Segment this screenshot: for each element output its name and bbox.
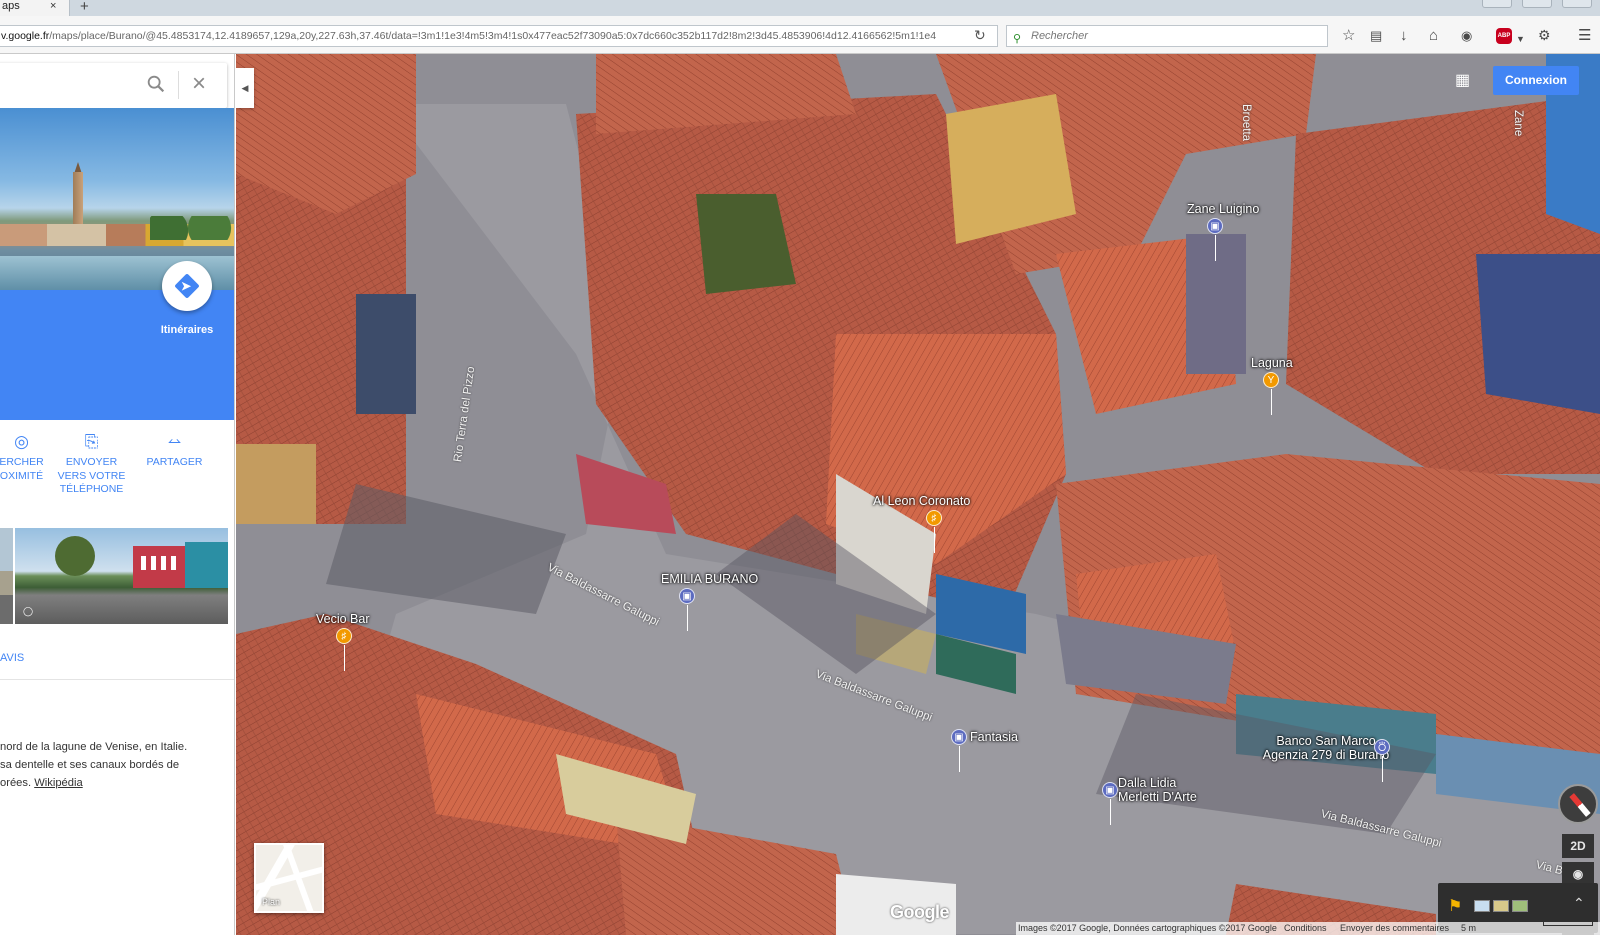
scale-label: 5 m — [1461, 923, 1477, 933]
poi-label[interactable]: Al Leon Coronato — [873, 494, 970, 508]
layer-thumbnail[interactable] — [1493, 900, 1509, 912]
clipboard-icon[interactable]: ▤ — [1370, 28, 1382, 43]
poi-label[interactable]: Zane Luigino — [1187, 202, 1259, 216]
pin-icon: ◎ — [14, 432, 29, 451]
pocket-icon[interactable]: ◉ — [1461, 28, 1472, 43]
directions-label[interactable]: Itinéraires — [145, 324, 229, 336]
star-icon[interactable]: ☆ — [1342, 28, 1355, 43]
trees — [150, 216, 234, 240]
share-icon: ⥎ — [167, 432, 182, 451]
send-to-phone-button[interactable]: ⎘ ENVOYER VERS VOTRE TÉLÉPHONE — [54, 432, 129, 497]
collapse-panel-button[interactable]: ◀ — [236, 68, 254, 108]
poi-label[interactable]: EMILIA BURANO — [661, 572, 758, 586]
layer-thumbnail[interactable] — [1512, 900, 1528, 912]
home-icon[interactable]: ⌂ — [1429, 28, 1438, 43]
google-logo: Google — [890, 902, 950, 922]
feedback-link[interactable]: Envoyer des commentaires — [1340, 922, 1449, 935]
bell-tower — [73, 172, 83, 232]
scale-bar — [1543, 922, 1593, 926]
browser-tab[interactable]: aps × — [0, 0, 70, 16]
close-icon[interactable]: × — [192, 70, 206, 98]
place-panel: × ➤ Itinéraires ◎ ERCHER OXIMITÉ ⎘ ENVOY… — [0, 54, 235, 935]
search-input[interactable]: × — [0, 63, 227, 108]
address-bar[interactable]: v.google.fr/maps/place/Burano/@45.485317… — [0, 25, 998, 47]
browser-toolbar: v.google.fr/maps/place/Burano/@45.485317… — [0, 16, 1600, 54]
nearby-button[interactable]: ◎ ERCHER OXIMITÉ — [0, 432, 59, 483]
panorama-icon: ◯ — [23, 606, 34, 616]
share-button[interactable]: ⥎ PARTAGER — [137, 432, 212, 470]
map-type-toggle[interactable]: Plan — [254, 843, 324, 913]
restaurant-icon[interactable]: ♯ — [926, 510, 942, 526]
extension-icon[interactable]: ⚙ — [1538, 28, 1551, 43]
menu-icon[interactable]: ☰ — [1578, 28, 1591, 43]
search-engine-icon[interactable]: ⚲ — [1013, 29, 1021, 49]
photo-thumbnail[interactable] — [0, 528, 13, 624]
place-description: nord de la lagune de Venise, en Italie. … — [0, 741, 188, 789]
signin-button[interactable]: Connexion — [1493, 66, 1579, 95]
apps-grid-icon[interactable]: ▦ — [1455, 72, 1473, 90]
street-label: Broetta — [1240, 104, 1252, 142]
reviews-link[interactable]: AVIS — [0, 652, 24, 664]
bar-icon[interactable]: Y — [1263, 372, 1279, 388]
minimize-icon[interactable] — [1482, 0, 1512, 8]
map-type-label: Plan — [262, 897, 281, 907]
poi-label[interactable]: Dalla Lidia Merletti D'Arte — [1118, 776, 1197, 804]
reload-icon[interactable]: ↻ — [974, 27, 986, 44]
tab-title: aps — [2, 0, 20, 12]
imagery-credit: Images ©2017 Google, Données cartographi… — [1018, 923, 1277, 933]
street-label: Zane — [1512, 110, 1524, 137]
shopping-bag-icon[interactable]: ▣ — [679, 588, 695, 604]
place-header-banner — [0, 290, 234, 420]
terms-link[interactable]: Conditions — [1284, 922, 1327, 935]
place-hero-photo[interactable] — [0, 108, 234, 290]
poi-label[interactable]: Vecio Bar — [316, 612, 370, 626]
restaurant-icon[interactable]: ♯ — [336, 628, 352, 644]
url-path: /maps/place/Burano/@45.4853174,12.418965… — [49, 30, 937, 42]
poi-label[interactable]: Fantasia — [970, 730, 1018, 744]
pegman-icon[interactable]: ⚑ — [1448, 896, 1462, 916]
toggle-2d-button[interactable]: 2D — [1562, 834, 1594, 858]
wikipedia-link[interactable]: Wikipédia — [34, 777, 83, 789]
map-footer: Images ©2017 Google, Données cartographi… — [1016, 922, 1600, 935]
maximize-icon[interactable] — [1522, 0, 1552, 8]
shopping-bag-icon[interactable]: ▣ — [1102, 782, 1118, 798]
directions-button[interactable]: ➤ — [162, 261, 212, 311]
shopping-bag-icon[interactable]: ▣ — [951, 729, 967, 745]
search-icon[interactable] — [145, 73, 167, 95]
street-view-thumbnail[interactable]: ◯ — [15, 528, 228, 624]
chevron-up-icon[interactable]: ⌃ — [1573, 895, 1585, 912]
search-divider — [178, 71, 179, 99]
url-host: v.google.fr — [1, 30, 50, 42]
window-controls — [1480, 0, 1600, 10]
compass-icon[interactable] — [1558, 784, 1598, 824]
chevron-down-icon[interactable]: ▼ — [1516, 32, 1525, 47]
search-placeholder: Rechercher — [1031, 30, 1088, 42]
browser-search-input[interactable]: ⚲ Rechercher — [1006, 25, 1328, 47]
map-canvas[interactable]: ◀ Via Baldassarre Galuppi Via Baldassarr… — [236, 54, 1600, 935]
abp-icon[interactable]: ABP — [1496, 28, 1512, 44]
layer-thumbnail[interactable] — [1474, 900, 1490, 912]
download-icon[interactable]: ↓ — [1400, 28, 1408, 43]
shopping-bag-icon[interactable]: ▣ — [1207, 218, 1223, 234]
phone-icon: ⎘ — [84, 432, 99, 451]
window-close-icon[interactable] — [1562, 0, 1592, 8]
photo-strip: ◯ — [0, 528, 234, 624]
browser-tab-bar: aps × + — [0, 0, 1600, 16]
poi-label[interactable]: Laguna — [1251, 356, 1293, 370]
tab-close-icon[interactable]: × — [50, 0, 56, 13]
divider — [0, 679, 234, 680]
bank-icon[interactable]: ⛣ — [1374, 739, 1390, 755]
new-tab-icon[interactable]: + — [80, 0, 89, 15]
